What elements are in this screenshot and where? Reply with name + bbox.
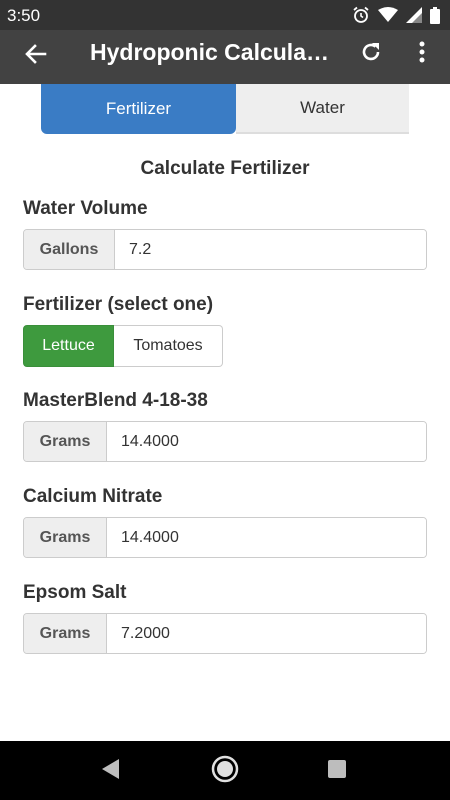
refresh-icon <box>359 40 383 69</box>
refresh-button[interactable] <box>355 38 387 70</box>
tab-bar: Fertilizer Water <box>41 84 409 134</box>
app-title: Hydroponic Calcula… <box>90 39 329 65</box>
water-volume-group: Gallons <box>23 229 427 270</box>
epsom-salt-group: Grams <box>23 613 427 654</box>
epsom-salt-label: Epsom Salt <box>23 582 127 603</box>
nav-recents-button[interactable] <box>321 755 353 787</box>
status-bar: 3:50 <box>0 0 450 30</box>
app-bar: Hydroponic Calcula… <box>0 30 450 84</box>
back-triangle-icon <box>101 758 121 785</box>
calcium-nitrate-label: Calcium Nitrate <box>23 486 163 507</box>
recents-square-icon <box>327 759 347 784</box>
tab-fertilizer[interactable]: Fertilizer <box>41 84 236 134</box>
back-button[interactable] <box>20 40 52 72</box>
masterblend-unit: Grams <box>24 422 107 461</box>
more-vert-icon <box>418 40 426 69</box>
calcium-nitrate-group: Grams <box>23 517 427 558</box>
calcium-nitrate-input[interactable] <box>107 518 426 557</box>
signal-icon <box>406 7 422 23</box>
fertilizer-toggle-group: Lettuce Tomatoes <box>23 325 223 367</box>
nav-back-button[interactable] <box>95 755 127 787</box>
water-volume-input[interactable] <box>115 230 426 269</box>
fertilizer-select-label: Fertilizer (select one) <box>23 294 214 315</box>
masterblend-group: Grams <box>23 421 427 462</box>
epsom-salt-unit: Grams <box>24 614 107 653</box>
section-title: Calculate Fertilizer <box>140 158 310 179</box>
wifi-icon <box>378 7 398 23</box>
status-time: 3:50 <box>7 6 41 25</box>
lettuce-option[interactable]: Lettuce <box>23 325 114 367</box>
epsom-salt-input[interactable] <box>107 614 426 653</box>
system-nav-bar <box>0 741 450 800</box>
tomatoes-option[interactable]: Tomatoes <box>114 325 223 367</box>
status-icons <box>352 6 440 24</box>
water-volume-label: Water Volume <box>23 198 148 219</box>
overflow-menu-button[interactable] <box>408 38 436 70</box>
calcium-nitrate-unit: Grams <box>24 518 107 557</box>
water-volume-unit: Gallons <box>24 230 115 269</box>
masterblend-label: MasterBlend 4-18-38 <box>23 390 208 411</box>
tab-water[interactable]: Water <box>236 84 409 134</box>
home-circle-icon <box>211 755 239 788</box>
nav-home-button[interactable] <box>209 755 241 787</box>
battery-icon <box>430 6 440 24</box>
back-arrow-icon <box>24 42 48 71</box>
masterblend-input[interactable] <box>107 422 426 461</box>
alarm-icon <box>352 6 370 24</box>
